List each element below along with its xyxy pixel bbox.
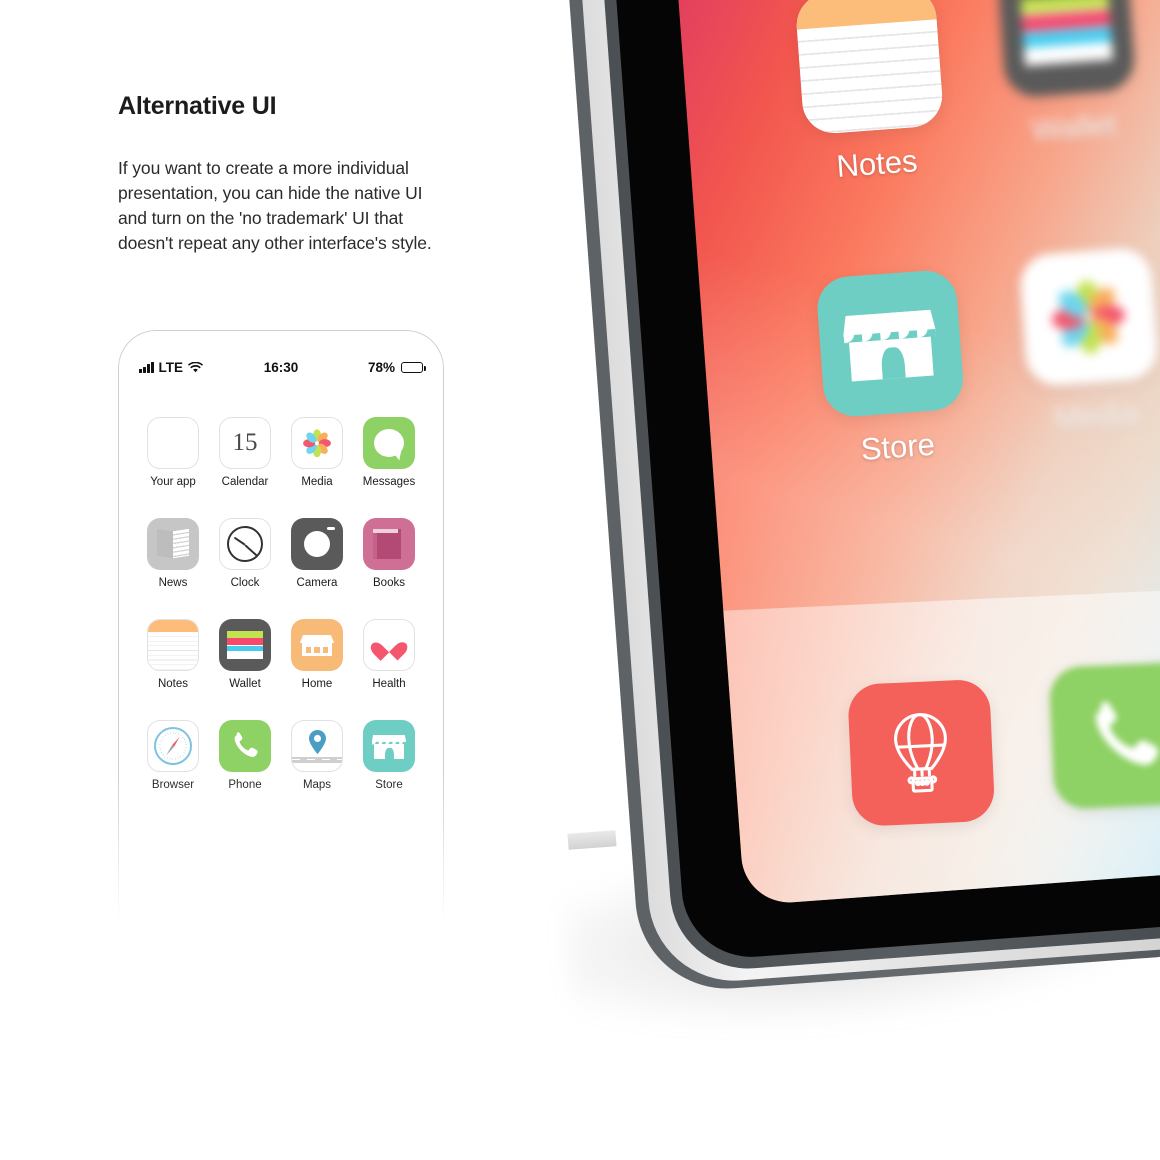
notes-icon: [794, 0, 945, 136]
app-label: Store: [859, 426, 937, 467]
app-maps[interactable]: Maps: [281, 720, 353, 791]
signal-bars-icon: [139, 361, 154, 373]
app-messages[interactable]: Messages: [353, 417, 425, 488]
books-icon: [363, 518, 415, 570]
store-icon: [363, 720, 415, 772]
calendar-day-number: 15: [232, 429, 258, 456]
app-label: Clock: [230, 577, 260, 589]
large-app-wallet[interactable]: Wallet: [997, 0, 1140, 150]
app-label: Media: [1052, 395, 1140, 437]
store-icon: [815, 268, 966, 419]
article-column: Alternative UI If you want to create a m…: [118, 92, 478, 256]
wifi-icon: [188, 361, 203, 373]
app-clock[interactable]: Clock: [209, 518, 281, 589]
large-home-screen-grid: Notes Wallet Store Media: [675, 0, 1160, 906]
phone-screen: Notes Wallet Store Media: [674, 0, 1160, 906]
app-label: Notes: [157, 678, 189, 690]
flower-petals: [302, 428, 333, 459]
message-bubble-icon: [363, 417, 415, 469]
page-title: Alternative UI: [118, 92, 277, 120]
wallet-icon: [219, 619, 271, 671]
app-label: Maps: [302, 779, 332, 791]
app-label: Camera: [296, 577, 338, 589]
wallet-icon: [997, 0, 1137, 99]
network-label: LTE: [158, 359, 184, 375]
app-label: Your app: [150, 476, 196, 488]
app-news[interactable]: News: [137, 518, 209, 589]
news-book-icon: [147, 518, 199, 570]
app-label: Media: [301, 476, 333, 488]
dock: [697, 583, 1160, 906]
small-phone-mockup: LTE 16:30 78% Your app 15 Calendar Media…: [118, 330, 444, 930]
home-house-icon: [291, 619, 343, 671]
large-app-store[interactable]: Store: [815, 268, 969, 471]
app-wallet[interactable]: Wallet: [209, 619, 281, 690]
hot-air-balloon-icon: [847, 678, 996, 827]
blank-app-icon: [147, 417, 199, 469]
large-app-notes[interactable]: Notes: [794, 0, 948, 187]
app-store[interactable]: Store: [353, 720, 425, 791]
large-app-media[interactable]: Media: [1018, 246, 1160, 439]
home-screen-app-grid: Your app 15 Calendar Media Messages News…: [119, 417, 443, 791]
status-bar-left: LTE: [139, 360, 203, 375]
maps-pin-icon: [291, 720, 343, 772]
phone-handset-icon: [1048, 661, 1160, 810]
clock-icon: [219, 518, 271, 570]
antenna-band: [567, 830, 617, 850]
app-books[interactable]: Books: [353, 518, 425, 589]
app-label: News: [158, 577, 188, 589]
status-bar: LTE 16:30 78%: [119, 355, 443, 379]
app-label: Phone: [228, 779, 262, 791]
dock-app-balloon[interactable]: [847, 678, 996, 827]
app-label: Wallet: [229, 678, 261, 690]
app-camera[interactable]: Camera: [281, 518, 353, 589]
camera-icon: [291, 518, 343, 570]
app-label: Health: [372, 678, 406, 690]
app-label: Notes: [835, 143, 919, 184]
phone-handset-icon: [219, 720, 271, 772]
large-phone-device: Notes Wallet Store Media: [556, 0, 1160, 1090]
health-heart-icon: [363, 619, 415, 671]
app-label: Home: [301, 678, 333, 690]
app-health[interactable]: Health: [353, 619, 425, 690]
app-label: Store: [375, 779, 403, 791]
notes-icon: [147, 619, 199, 671]
app-home[interactable]: Home: [281, 619, 353, 690]
app-your-app[interactable]: Your app: [137, 417, 209, 488]
app-label: Browser: [151, 779, 195, 791]
app-browser[interactable]: Browser: [137, 720, 209, 791]
app-label: Messages: [362, 476, 416, 488]
app-calendar[interactable]: 15 Calendar: [209, 417, 281, 488]
dock-app-phone[interactable]: [1048, 661, 1160, 810]
app-label: Calendar: [221, 476, 269, 488]
media-flower-icon: [291, 417, 343, 469]
battery-percent-label: 78%: [367, 359, 395, 375]
app-label: Books: [373, 577, 405, 589]
page-description: If you want to create a more individual …: [118, 158, 432, 253]
app-label: Wallet: [1030, 106, 1118, 148]
app-phone[interactable]: Phone: [209, 720, 281, 791]
browser-compass-icon: [147, 720, 199, 772]
status-bar-right: 78%: [367, 359, 426, 375]
media-flower-icon: [1018, 246, 1160, 388]
app-media[interactable]: Media: [281, 417, 353, 488]
calendar-icon: 15: [219, 417, 271, 469]
app-notes[interactable]: Notes: [137, 619, 209, 690]
battery-icon: [401, 361, 426, 373]
